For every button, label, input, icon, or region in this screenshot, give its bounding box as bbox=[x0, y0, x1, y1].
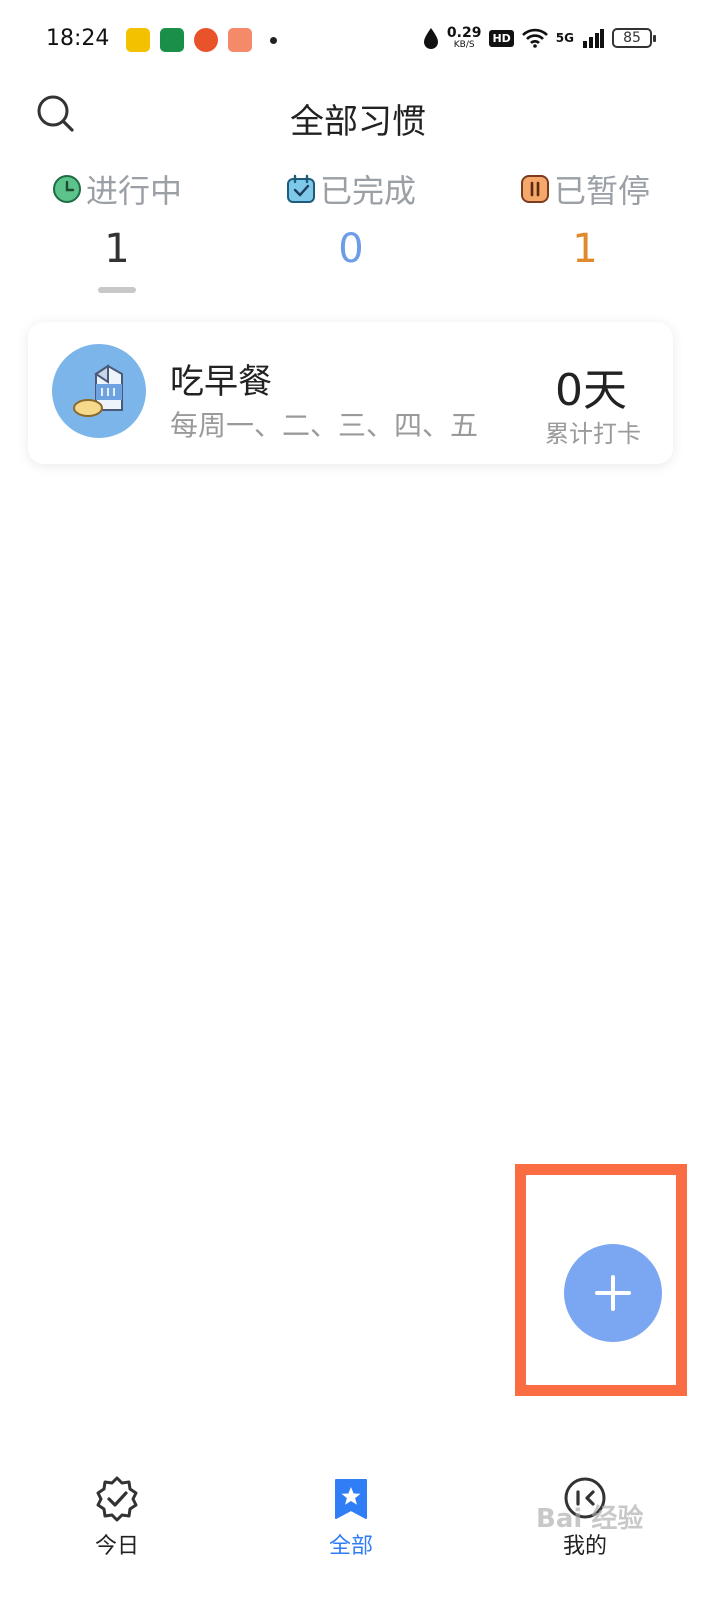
nav-item-today-label: 今日 bbox=[94, 1534, 139, 1559]
status-bar: 18:24 0.29 KB/S HD 5G 85 bbox=[0, 0, 716, 80]
calendar-check-icon bbox=[286, 174, 315, 203]
status-system-icons: 0.29 KB/S HD 5G 85 bbox=[423, 26, 656, 50]
tab-paused[interactable]: 已暂停 1 bbox=[485, 166, 685, 272]
habit-status-tabs: 进行中 1 已完成 0 已暂停 1 bbox=[0, 166, 716, 296]
net-speed: 0.29 KB/S bbox=[447, 26, 482, 50]
tab-paused-count: 1 bbox=[572, 226, 598, 272]
habit-schedule: 每周一、二、三、四、五 bbox=[170, 409, 479, 442]
nav-item-all-label: 全部 bbox=[328, 1534, 373, 1559]
check-badge-icon bbox=[96, 1476, 138, 1522]
clock-icon bbox=[52, 175, 81, 203]
page-title: 全部习惯 bbox=[290, 102, 426, 142]
dot-icon bbox=[270, 36, 277, 44]
add-habit-button[interactable] bbox=[564, 1244, 662, 1342]
nav-item-all[interactable]: 全部 bbox=[281, 1474, 421, 1560]
tab-completed-label: 已完成 bbox=[319, 172, 416, 210]
habit-card[interactable]: 吃早餐 每周一、二、三、四、五 0天 累计打卡 bbox=[28, 322, 673, 464]
game-app-icon bbox=[228, 28, 252, 52]
net-speed-unit: KB/S bbox=[453, 40, 475, 50]
tab-in-progress-label: 进行中 bbox=[85, 172, 182, 210]
watermark: Bai 经验 bbox=[536, 1504, 644, 1534]
hd-badge: HD bbox=[489, 29, 514, 47]
habit-checkin-label: 累计打卡 bbox=[545, 420, 641, 448]
notification-app-icon bbox=[126, 28, 150, 52]
search-button[interactable] bbox=[36, 94, 76, 134]
orange-app-icon bbox=[194, 28, 218, 52]
oppo-app-icon bbox=[160, 28, 184, 52]
pause-icon bbox=[520, 175, 549, 203]
tab-completed-count: 0 bbox=[338, 226, 364, 272]
signal-type: 5G bbox=[555, 31, 574, 45]
tab-paused-label: 已暂停 bbox=[553, 172, 650, 210]
battery-level: 85 bbox=[623, 30, 641, 46]
plus-icon bbox=[595, 1275, 631, 1311]
status-app-icons bbox=[126, 28, 277, 52]
water-drop-icon bbox=[423, 28, 438, 49]
status-time: 18:24 bbox=[46, 26, 110, 51]
tab-in-progress-count: 1 bbox=[104, 226, 130, 272]
net-speed-value: 0.29 bbox=[446, 25, 482, 41]
search-icon bbox=[37, 95, 74, 132]
milk-bread-icon bbox=[52, 344, 146, 438]
habit-name: 吃早餐 bbox=[170, 362, 272, 402]
signal-icon bbox=[583, 29, 604, 48]
nav-item-today[interactable]: 今日 bbox=[47, 1474, 187, 1560]
tab-completed[interactable]: 已完成 0 bbox=[251, 166, 451, 272]
tab-in-progress[interactable]: 进行中 1 bbox=[17, 166, 217, 272]
habit-checkin-count: 0天 bbox=[555, 365, 627, 416]
wifi-icon bbox=[521, 28, 548, 48]
battery-icon: 85 bbox=[612, 28, 656, 48]
active-tab-indicator bbox=[98, 287, 136, 293]
star-bookmark-icon bbox=[335, 1479, 367, 1519]
